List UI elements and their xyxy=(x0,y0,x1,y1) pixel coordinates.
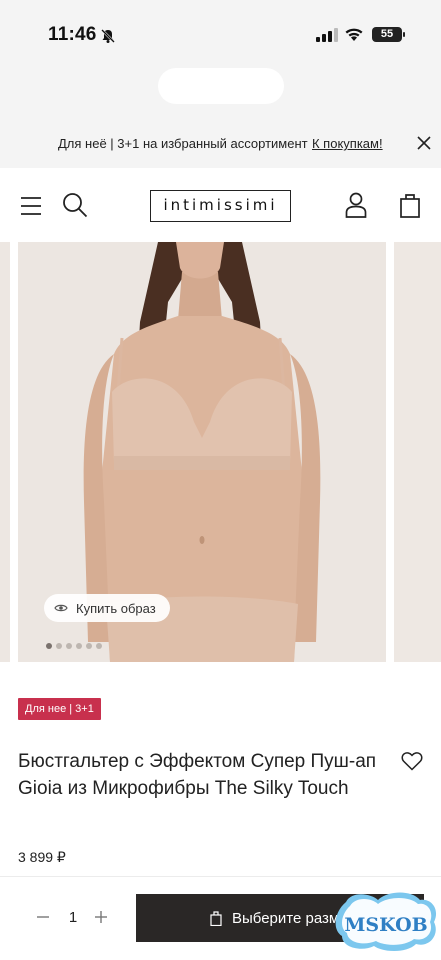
watermark-logo: MSKOB xyxy=(335,892,437,951)
promo-badge: Для нее | 3+1 xyxy=(18,698,101,720)
previous-image-preview[interactable] xyxy=(0,242,10,662)
user-icon[interactable] xyxy=(344,192,368,218)
shop-the-look-label: Купить образ xyxy=(76,600,156,616)
promo-text: Для неё | 3+1 на избранный ассортимент xyxy=(58,136,308,151)
brand-logo[interactable]: intimissimi xyxy=(150,190,291,222)
bag-icon[interactable] xyxy=(398,192,422,218)
pagination-dot[interactable] xyxy=(66,643,72,649)
heart-icon[interactable] xyxy=(401,751,423,771)
product-gallery[interactable]: Купить образ xyxy=(0,240,441,664)
bag-icon xyxy=(210,910,222,926)
signal-icon xyxy=(316,28,338,42)
bell-slash-icon xyxy=(101,29,115,43)
watermark-text: MSKOB xyxy=(344,914,427,936)
browser-chrome: 11:46 55 Для неё | 3+1 на избранный ассо… xyxy=(0,0,441,168)
quantity-value: 1 xyxy=(68,909,78,926)
minus-icon[interactable] xyxy=(36,910,50,924)
pagination-dot[interactable] xyxy=(76,643,82,649)
pagination-dot[interactable] xyxy=(56,643,62,649)
battery-indicator: 55 xyxy=(372,27,405,42)
wifi-icon xyxy=(345,28,363,41)
plus-icon[interactable] xyxy=(94,910,108,924)
next-image-preview[interactable] xyxy=(394,242,441,662)
address-bar[interactable] xyxy=(158,68,284,104)
status-time: 11:46 xyxy=(48,24,97,45)
product-title: Бюстгальтер с Эффектом Супер Пуш-ап Gioi… xyxy=(18,751,377,799)
pagination-dot[interactable] xyxy=(96,643,102,649)
product-image[interactable]: Купить образ xyxy=(18,242,386,662)
shop-the-look-button[interactable]: Купить образ xyxy=(44,594,170,622)
search-icon[interactable] xyxy=(62,192,88,218)
gallery-pagination[interactable] xyxy=(46,643,102,649)
promo-shop-link[interactable]: К покупкам! xyxy=(312,136,383,151)
pagination-dot[interactable] xyxy=(86,643,92,649)
eye-icon xyxy=(54,604,68,612)
product-price: 3 899 ₽ xyxy=(18,849,66,865)
divider xyxy=(0,876,441,877)
close-icon[interactable] xyxy=(416,135,432,151)
site-header: intimissimi xyxy=(0,170,441,240)
pagination-dot[interactable] xyxy=(46,643,52,649)
menu-icon[interactable] xyxy=(20,196,42,216)
promo-banner: Для неё | 3+1 на избранный ассортимент К… xyxy=(0,124,441,164)
